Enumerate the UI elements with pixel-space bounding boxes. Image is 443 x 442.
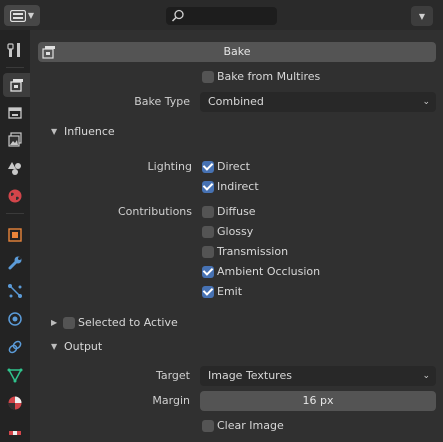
diffuse-label: Diffuse: [217, 205, 256, 218]
tab-view-layer[interactable]: [3, 128, 27, 152]
indirect-label: Indirect: [217, 180, 259, 193]
constraints-icon: [8, 340, 22, 354]
physics-icon: [8, 312, 22, 326]
bake-icon: [42, 46, 55, 59]
wrench-icon: [8, 256, 22, 270]
scene-icon: [8, 162, 21, 175]
glossy-label: Glossy: [217, 225, 254, 238]
tab-modifiers[interactable]: [3, 251, 27, 275]
bake-type-value: Combined: [208, 95, 264, 108]
editor-type-selector[interactable]: ▼: [4, 5, 40, 26]
texture-icon: [9, 431, 21, 435]
search-input[interactable]: [166, 7, 277, 25]
tool-icon: [7, 43, 20, 57]
divider: [6, 213, 24, 214]
emit-label: Emit: [217, 285, 243, 298]
collapsed-triangle-icon: ▶: [51, 318, 58, 327]
direct-checkbox[interactable]: [202, 161, 214, 173]
view-layer-icon: [8, 132, 22, 147]
render-properties-panel: Bake Bake from Multires Bake Type Combin…: [30, 30, 443, 442]
search-icon: [171, 9, 184, 22]
tab-particles[interactable]: [3, 279, 27, 303]
transmission-checkbox[interactable]: [202, 246, 214, 258]
margin-field[interactable]: 16 px: [200, 391, 436, 411]
transmission-label: Transmission: [217, 245, 289, 258]
tab-tool[interactable]: [3, 38, 27, 62]
indirect-checkbox[interactable]: [202, 181, 214, 193]
bake-from-multires-checkbox[interactable]: [202, 71, 214, 83]
output-panel-title: Output: [64, 340, 103, 353]
direct-label: Direct: [217, 160, 250, 173]
tab-output[interactable]: [3, 101, 27, 125]
properties-header: ▼ ▼: [0, 0, 443, 30]
clear-image-label: Clear Image: [217, 419, 284, 432]
material-icon: [8, 396, 22, 410]
chevron-down-icon: ⌄: [422, 97, 430, 107]
tab-physics[interactable]: [3, 307, 27, 331]
bake-button[interactable]: Bake: [38, 42, 436, 62]
bake-button-label: Bake: [223, 45, 251, 58]
ambient-occlusion-label: Ambient Occlusion: [217, 265, 321, 278]
diffuse-checkbox[interactable]: [202, 206, 214, 218]
tab-render[interactable]: [3, 73, 30, 97]
tab-world[interactable]: [3, 184, 27, 208]
output-icon: [8, 107, 22, 119]
tab-scene[interactable]: [3, 156, 27, 180]
chevron-down-icon: ⌄: [422, 371, 430, 381]
target-label: Target: [155, 369, 190, 382]
chevron-down-icon: ▼: [27, 11, 35, 20]
expanded-triangle-icon: ▼: [51, 127, 58, 136]
tab-mesh-data[interactable]: [3, 363, 27, 387]
expanded-triangle-icon: ▼: [51, 342, 58, 351]
tab-object[interactable]: [3, 223, 27, 247]
divider: [6, 67, 24, 68]
chevron-down-icon: ▼: [418, 11, 426, 21]
bake-type-dropdown[interactable]: Combined ⌄: [200, 92, 436, 112]
influence-panel-header[interactable]: ▼ Influence: [30, 120, 443, 144]
bake-from-multires-label: Bake from Multires: [217, 70, 321, 83]
margin-value: 16 px: [302, 394, 334, 407]
ambient-occlusion-checkbox[interactable]: [202, 266, 214, 278]
mesh-data-icon: [7, 368, 23, 383]
margin-label: Margin: [152, 394, 190, 407]
tab-material[interactable]: [3, 391, 27, 415]
world-icon: [8, 189, 22, 203]
glossy-checkbox[interactable]: [202, 226, 214, 238]
tab-texture[interactable]: [3, 419, 27, 442]
options-dropdown[interactable]: ▼: [411, 6, 433, 26]
selected-to-active-label: Selected to Active: [78, 316, 178, 329]
target-value: Image Textures: [208, 369, 292, 382]
properties-editor-icon: [9, 9, 26, 22]
object-icon: [8, 228, 22, 242]
tab-constraints[interactable]: [3, 335, 27, 359]
clear-image-checkbox[interactable]: [202, 420, 214, 432]
target-dropdown[interactable]: Image Textures ⌄: [200, 366, 436, 386]
properties-tabs-sidebar: [0, 30, 30, 442]
output-panel-header[interactable]: ▼ Output: [30, 335, 443, 359]
bake-type-label: Bake Type: [134, 95, 190, 108]
particles-icon: [8, 284, 22, 298]
influence-panel-title: Influence: [64, 125, 115, 138]
lighting-label: Lighting: [147, 160, 192, 173]
render-icon: [9, 79, 23, 92]
contributions-label: Contributions: [117, 205, 192, 218]
selected-to-active-checkbox[interactable]: [63, 317, 75, 329]
emit-checkbox[interactable]: [202, 286, 214, 298]
